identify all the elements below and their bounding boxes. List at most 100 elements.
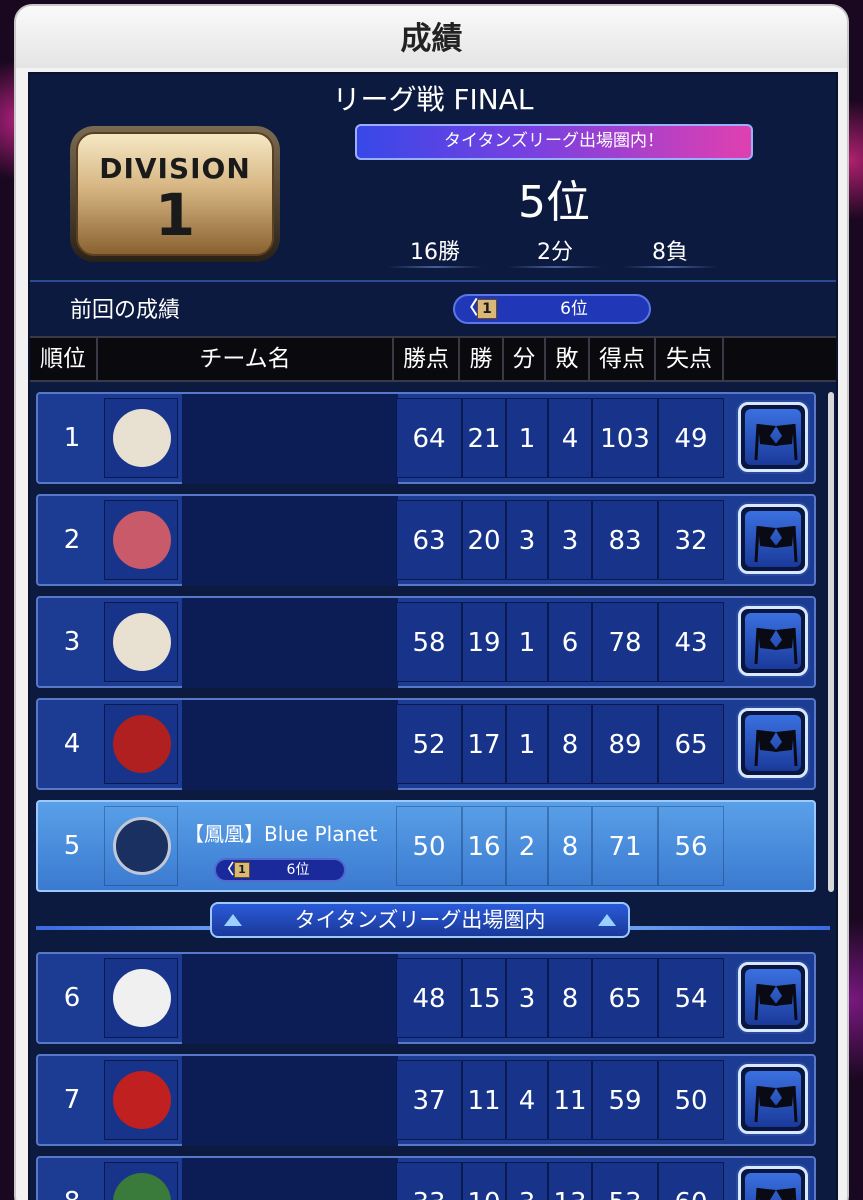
crossed-flags-icon: [754, 525, 798, 563]
team-crest: [104, 704, 178, 784]
losses-count: 8負: [652, 240, 688, 265]
mascot-crest-icon: [113, 409, 171, 467]
crossed-flags-icon: [754, 983, 798, 1021]
crossed-flags-icon: [754, 627, 798, 665]
losses-cell: 8: [548, 806, 592, 886]
team-name-redacted: [182, 1056, 398, 1146]
wins-cell: 11: [462, 1060, 506, 1140]
header-points: 勝点: [394, 338, 460, 380]
losses-cell: 4: [548, 398, 592, 478]
team-name-redacted: [182, 700, 398, 790]
points-cell: 63: [396, 500, 462, 580]
draws-cell: 1: [506, 704, 548, 784]
rank-cell: 3: [63, 627, 81, 657]
losses-cell: 8: [548, 958, 592, 1038]
match-flags-button[interactable]: [738, 1166, 808, 1200]
qualification-divider: タイタンズリーグ出場圏内: [30, 902, 836, 942]
header-team-name: チーム名: [98, 338, 394, 380]
goals-against-cell: 54: [658, 958, 724, 1038]
division-tag-icon: 1: [234, 862, 250, 878]
team-crest: [104, 958, 178, 1038]
division-badge: DIVISION 1: [70, 126, 280, 262]
wins-cell: 10: [462, 1162, 506, 1200]
section-divider: [30, 280, 836, 282]
points-cell: 64: [396, 398, 462, 478]
green-crest-icon: [113, 1173, 171, 1200]
goals-for-cell: 83: [592, 500, 658, 580]
match-flags-button[interactable]: [738, 1064, 808, 1134]
window-title: 成績: [16, 6, 847, 68]
draws-count: 2分: [537, 240, 573, 265]
table-row[interactable]: 1 64 21 1 4 103 49: [36, 392, 816, 484]
goals-for-cell: 53: [592, 1162, 658, 1200]
fls-crest-icon: [113, 969, 171, 1027]
mascot-crest-icon: [113, 613, 171, 671]
scrollbar[interactable]: [828, 392, 834, 892]
rank-cell: 7: [63, 1085, 81, 1115]
table-row[interactable]: 5 【鳳凰】Blue Planet 〈 1 6位 50 16 2 8 71 56: [36, 800, 816, 892]
team-name-redacted: [182, 394, 398, 484]
table-row[interactable]: 6 48 15 3 8 65 54: [36, 952, 816, 1044]
wins-cell: 20: [462, 500, 506, 580]
crossed-flags-icon: [754, 1085, 798, 1123]
draws-cell: 3: [506, 1162, 548, 1200]
wins-cell: 19: [462, 602, 506, 682]
table-row[interactable]: 4 52 17 1 8 89 65: [36, 698, 816, 790]
draws-cell: 1: [506, 602, 548, 682]
wins-count: 16勝: [410, 240, 460, 265]
goals-for-cell: 65: [592, 958, 658, 1038]
goals-for-cell: 103: [592, 398, 658, 478]
points-cell: 33: [396, 1162, 462, 1200]
match-flags-button[interactable]: [738, 962, 808, 1032]
division-number: 1: [154, 181, 196, 249]
goals-for-cell: 71: [592, 806, 658, 886]
team-crest: [104, 500, 178, 580]
wins-cell: 16: [462, 806, 506, 886]
match-flags-button[interactable]: [738, 606, 808, 676]
goals-for-cell: 89: [592, 704, 658, 784]
crossed-flags-icon: [754, 423, 798, 461]
losses-cell: 6: [548, 602, 592, 682]
acm-crest-icon: [113, 715, 171, 773]
draws-cell: 3: [506, 958, 548, 1038]
header-draws: 分: [504, 338, 546, 380]
table-row[interactable]: 7 37 11 4 11 59 50: [36, 1054, 816, 1146]
league-title: リーグ戦 FINAL: [332, 83, 534, 116]
triangle-up-icon: [224, 914, 242, 926]
results-window: 成績 リーグ戦 FINAL DIVISION 1 タイタンズリーグ出場圏内！ 5…: [14, 4, 849, 1200]
standings-list[interactable]: タイタンズリーグ出場圏内 1 64 21 1 4 103 49 2 63 20 3 3 83 32 3 58 1…: [30, 392, 836, 1200]
team-name: 【鳳凰】Blue Planet: [184, 822, 378, 846]
team-crest: [104, 806, 178, 886]
team-crest: [104, 1060, 178, 1140]
points-cell: 52: [396, 704, 462, 784]
losses-underline: [623, 266, 717, 268]
wins-cell: 21: [462, 398, 506, 478]
table-row[interactable]: 3 58 19 1 6 78 43: [36, 596, 816, 688]
goals-against-cell: 50: [658, 1060, 724, 1140]
match-flags-button[interactable]: [738, 708, 808, 778]
team-crest: [104, 602, 178, 682]
qualification-divider-label: タイタンズリーグ出場圏内: [210, 902, 630, 938]
losses-cell: 3: [548, 500, 592, 580]
losses-cell: 11: [548, 1060, 592, 1140]
match-flags-button[interactable]: [738, 504, 808, 574]
match-flags-button[interactable]: [738, 402, 808, 472]
rank-cell: 1: [63, 423, 81, 453]
goals-against-cell: 65: [658, 704, 724, 784]
final-rank: 5位: [518, 177, 590, 228]
points-cell: 50: [396, 806, 462, 886]
team-name-redacted: [182, 1158, 398, 1200]
goals-against-cell: 56: [658, 806, 724, 886]
table-row[interactable]: 2 63 20 3 3 83 32: [36, 494, 816, 586]
points-cell: 48: [396, 958, 462, 1038]
header-wins: 勝: [460, 338, 504, 380]
results-panel: リーグ戦 FINAL DIVISION 1 タイタンズリーグ出場圏内！ 5位 1…: [28, 72, 838, 1200]
previous-rank: 6位: [560, 299, 588, 319]
goals-against-cell: 43: [658, 602, 724, 682]
wins-cell: 15: [462, 958, 506, 1038]
table-row[interactable]: 8 33103135360: [36, 1156, 816, 1200]
draws-underline: [508, 266, 602, 268]
division-tag-icon: 1: [477, 299, 497, 319]
qualification-banner: タイタンズリーグ出場圏内！: [355, 124, 753, 160]
team-crest: [104, 1162, 178, 1200]
